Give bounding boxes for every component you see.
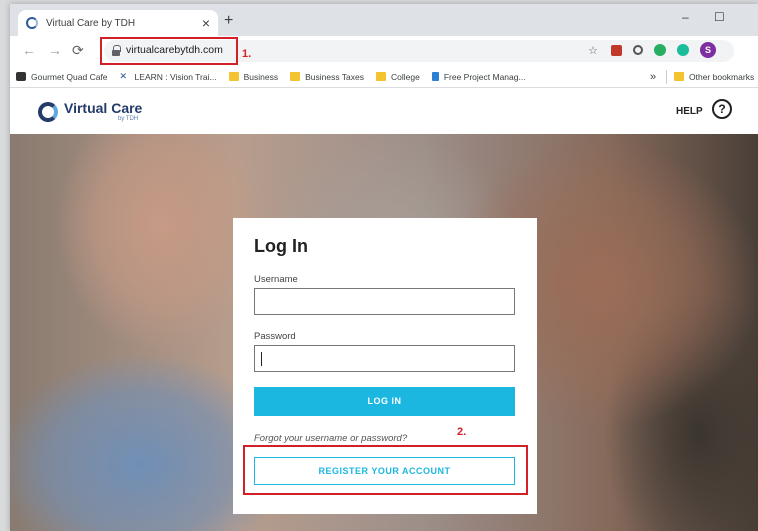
tab-strip: Virtual Care by TDH × + – ☐ [10, 4, 758, 36]
bookmark-label: College [391, 71, 420, 82]
bookmark-label: Business [243, 71, 279, 82]
virtual-care-logo-icon[interactable] [38, 102, 58, 122]
bookmark-label: Free Project Manag... [443, 71, 526, 82]
username-input[interactable] [255, 289, 514, 314]
toolbar-icons: ☆ S [586, 42, 716, 58]
annotation-label-1: 1. [242, 48, 252, 60]
minimize-button[interactable]: – [682, 10, 689, 24]
bookmark-label: Business Taxes [305, 71, 364, 82]
username-label: Username [254, 274, 298, 285]
bookmark-label: Gourmet Quad Cafe [31, 71, 108, 82]
bookmark-label: LEARN : Vision Trai... [134, 71, 217, 82]
browser-window: Virtual Care by TDH × + – ☐ ← → ⟳ virtua… [10, 4, 758, 531]
help-question-icon[interactable]: ? [712, 99, 732, 119]
username-field[interactable] [254, 288, 515, 315]
favicon-icon [26, 17, 38, 29]
folder-icon [376, 72, 386, 81]
bookmark-business-taxes[interactable]: Business Taxes [290, 72, 364, 82]
bookmark-gourmet[interactable]: Gourmet Quad Cafe [16, 72, 108, 82]
logo-subtext: by TDH [118, 116, 139, 122]
maximize-button[interactable]: ☐ [714, 10, 725, 24]
forgot-credentials-link[interactable]: Forgot your username or password? [254, 433, 407, 444]
forward-arrow-icon[interactable]: → [48, 42, 62, 58]
password-input[interactable] [255, 346, 514, 371]
text-caret [261, 352, 262, 366]
cup-icon [16, 72, 26, 81]
folder-icon [674, 72, 684, 81]
login-title: Log In [254, 236, 308, 256]
logo-text[interactable]: Virtual Care [64, 100, 142, 116]
bookmark-free-project[interactable]: Free Project Manag... [431, 71, 526, 82]
annotation-box-url [100, 37, 238, 65]
extension-teal-icon[interactable] [677, 44, 689, 56]
bookmarks-bar: Gourmet Quad Cafe ✕ LEARN : Vision Trai.… [10, 66, 758, 88]
bookmarks-overflow-icon[interactable]: » [650, 71, 656, 83]
bookmark-star-icon[interactable]: ☆ [586, 43, 600, 57]
bookmarks-divider [666, 69, 667, 84]
learn-icon: ✕ [119, 71, 128, 81]
site-header: Virtual Care by TDH HELP ? [10, 88, 758, 134]
bookmark-other[interactable]: Other bookmarks [674, 72, 754, 82]
bookmark-college[interactable]: College [376, 72, 420, 82]
bookmark-business[interactable]: Business [228, 71, 279, 82]
new-tab-button[interactable]: + [224, 12, 233, 30]
tab-title: Virtual Care by TDH [46, 17, 136, 29]
profile-avatar[interactable]: S [700, 42, 716, 58]
reload-icon[interactable]: ⟳ [72, 42, 84, 59]
back-arrow-icon[interactable]: ← [22, 42, 36, 58]
bookmark-learn[interactable]: ✕ LEARN : Vision Trai... [120, 72, 217, 82]
extension-red-icon[interactable] [611, 44, 622, 56]
password-field[interactable] [254, 345, 515, 372]
folder-icon [290, 72, 301, 81]
annotation-box-register [243, 445, 528, 495]
folder-icon [228, 72, 239, 81]
page-icon [431, 72, 439, 81]
password-label: Password [254, 331, 296, 342]
tab-close-icon[interactable]: × [202, 15, 210, 31]
extension-circle-icon[interactable] [633, 45, 643, 55]
bookmark-label: Other bookmarks [689, 71, 755, 82]
help-link[interactable]: HELP [676, 106, 703, 117]
browser-tab[interactable]: Virtual Care by TDH × [18, 10, 218, 36]
login-button[interactable]: LOG IN [254, 387, 515, 416]
annotation-label-2: 2. [457, 426, 467, 438]
extension-green-icon[interactable] [654, 44, 666, 56]
